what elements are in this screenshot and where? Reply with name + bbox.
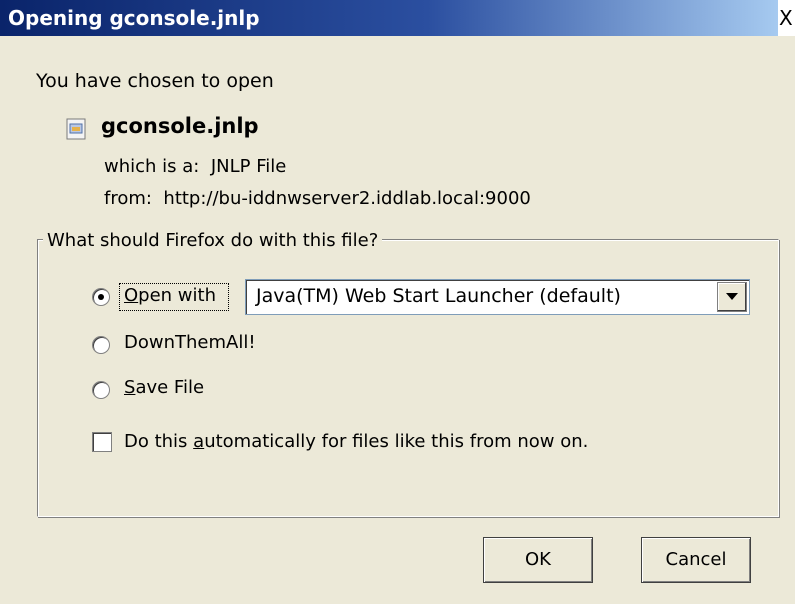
window-title: Opening gconsole.jnlp (8, 6, 260, 30)
downthemall-label[interactable]: DownThemAll! (124, 332, 256, 353)
file-type-line: which is a: JNLP File (104, 156, 286, 177)
action-group-legend: What should Firefox do with this file? (43, 230, 383, 251)
auto-label-accel: a (193, 431, 205, 452)
chevron-down-icon[interactable] (717, 282, 747, 312)
title-bar: Opening gconsole.jnlp X (0, 0, 795, 36)
downthemall-radio[interactable] (92, 336, 110, 354)
file-source-line: from: http://bu-iddnwserver2.iddlab.loca… (104, 188, 531, 209)
file-source-value: http://bu-iddnwserver2.iddlab.local:9000 (163, 188, 531, 209)
save-file-radio[interactable] (92, 381, 110, 399)
file-source-label: from: (104, 188, 152, 209)
open-with-app-value: Java(TM) Web Start Launcher (default) (256, 285, 621, 307)
file-name: gconsole.jnlp (101, 114, 259, 138)
open-with-accel: O (124, 285, 139, 306)
auto-label-post: utomatically for files like this from no… (204, 431, 589, 452)
file-type-value: JNLP File (210, 156, 287, 177)
auto-checkbox-label[interactable]: Do this automatically for files like thi… (124, 431, 588, 452)
auto-label-pre: Do this (124, 431, 194, 452)
intro-text: You have chosen to open (36, 70, 274, 92)
title-bar-fill: Opening gconsole.jnlp (0, 0, 778, 36)
open-with-radio[interactable] (92, 288, 110, 306)
open-with-label[interactable]: Open with (124, 285, 216, 306)
open-with-app-select[interactable]: Java(TM) Web Start Launcher (default) (245, 279, 750, 315)
cancel-button[interactable]: Cancel (641, 537, 751, 583)
file-type-label: which is a: (104, 156, 200, 177)
save-file-accel: S (124, 377, 136, 398)
jnlp-file-icon (66, 118, 86, 140)
close-button[interactable]: X (779, 6, 795, 30)
save-file-label[interactable]: Save File (124, 377, 204, 398)
radio-selected-dot (98, 294, 104, 300)
ok-button[interactable]: OK (483, 537, 593, 583)
open-with-label-rest: pen with (138, 285, 216, 306)
auto-checkbox[interactable] (92, 432, 112, 452)
save-file-label-rest: ave File (135, 377, 205, 398)
